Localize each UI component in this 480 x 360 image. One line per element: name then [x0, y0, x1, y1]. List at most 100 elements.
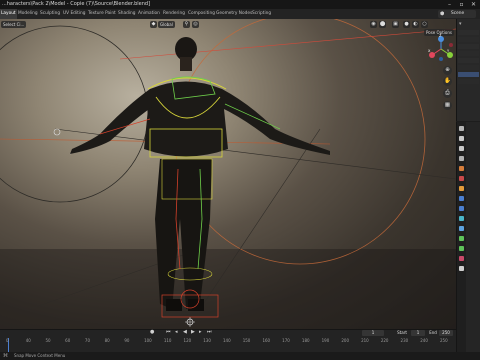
texture-icon[interactable] [459, 266, 464, 271]
mouse-icon: ⌘ [3, 353, 8, 359]
proportional-edit-icon[interactable]: ◎ [192, 21, 199, 28]
tab-sculpting[interactable]: Sculpting [40, 9, 60, 19]
jump-end-icon[interactable]: ⏭ [207, 329, 212, 336]
render-icon[interactable] [459, 136, 464, 141]
frame-tick-label: 100 [144, 338, 152, 343]
xray-icon[interactable]: ▣ [392, 21, 399, 28]
tab-rendering[interactable]: Rendering [163, 9, 185, 19]
snap-icon[interactable]: ⚲ [183, 21, 190, 28]
maximize-icon[interactable]: ▫ [458, 1, 465, 8]
visibility-icon[interactable]: ◉ [370, 21, 377, 28]
list-item[interactable] [458, 51, 479, 56]
play-icon[interactable]: ▶ [191, 329, 195, 336]
gizmo-y-label: Y [447, 49, 450, 53]
tab-texture-paint[interactable]: Texture Paint [88, 9, 116, 19]
shading-solid-icon[interactable]: ● [403, 21, 410, 28]
frame-tick-label: 80 [104, 338, 110, 343]
frame-tick-label: 200 [341, 338, 349, 343]
end-label: End [429, 330, 437, 335]
frame-tick-label: 70 [84, 338, 90, 343]
world-icon[interactable] [459, 176, 464, 181]
frame-tick-label: 160 [262, 338, 271, 343]
list-item[interactable] [458, 37, 479, 42]
bone-icon[interactable] [459, 246, 464, 251]
shading-material-icon[interactable]: ◐ [412, 21, 419, 28]
frame-tick-label: 210 [361, 338, 369, 343]
jump-start-icon[interactable]: ⏮ [166, 329, 171, 336]
tab-animation[interactable]: Animation [138, 9, 160, 19]
outliner-filter-icon[interactable]: ▾ [459, 21, 462, 27]
output-icon[interactable] [459, 146, 464, 151]
frame-tick-label: 240 [420, 338, 428, 343]
frame-tick-label: 140 [223, 338, 231, 343]
frame-tick-label: 130 [203, 338, 211, 343]
frame-tick-label: 230 [400, 338, 409, 343]
light-empty [53, 128, 61, 136]
list-item[interactable] [458, 79, 479, 84]
character-left-arm [70, 89, 152, 154]
gizmo-x-label: X [428, 49, 431, 53]
3d-viewport[interactable] [0, 19, 456, 329]
scene-name: Scene [451, 11, 465, 16]
prev-keyframe-icon[interactable]: ◂ [175, 329, 178, 336]
overlays-icon[interactable]: ⬤ [379, 21, 386, 28]
grid-icon[interactable]: ▦ [443, 101, 452, 110]
frame-tick-label: 50 [45, 338, 51, 343]
list-item[interactable] [458, 65, 479, 70]
end-frame-field[interactable]: 250 [439, 330, 453, 336]
floor-shadow [0, 249, 456, 329]
tab-scripting[interactable]: Scripting [252, 9, 271, 19]
particles-icon[interactable] [459, 206, 464, 211]
tab-layout[interactable]: Layout [0, 9, 17, 19]
frame-tick-label: 220 [380, 338, 389, 343]
frame-tick-label: 110 [163, 338, 172, 343]
list-item[interactable] [458, 44, 479, 49]
frame-tick-label: 90 [124, 338, 130, 343]
shading-rendered-icon[interactable]: ○ [421, 21, 428, 28]
list-item[interactable] [458, 30, 479, 35]
status-hint: Snap Move Context Menu [14, 353, 66, 358]
tool-icon[interactable] [459, 126, 464, 131]
gizmo-z-label: Z [439, 34, 442, 38]
record-icon[interactable]: ● [150, 329, 154, 336]
hand-icon[interactable]: ✋ [443, 77, 452, 86]
minimize-icon[interactable]: – [446, 1, 453, 8]
frame-tick-label: 250 [440, 338, 448, 343]
tab-compositing[interactable]: Compositing [188, 9, 215, 19]
object-icon[interactable] [459, 186, 464, 191]
tab-uv-editing[interactable]: UV Editing [63, 9, 85, 19]
window-title: ...haracters\Pack 2\Model - Copie (7)\So… [2, 1, 151, 7]
next-keyframe-icon[interactable]: ▸ [199, 329, 202, 336]
current-frame-field[interactable]: 1 [362, 330, 384, 336]
character-neck [180, 57, 192, 71]
select-mode-dropdown[interactable]: Select Ci... [1, 21, 27, 28]
frame-tick-label: 170 [282, 338, 290, 343]
physics-icon[interactable] [459, 216, 464, 221]
zoom-icon[interactable]: ⊕ [443, 66, 452, 75]
frame-tick-label: 40 [25, 338, 31, 343]
material-icon[interactable] [459, 256, 464, 261]
orientation-dropdown[interactable]: Global [158, 21, 175, 28]
scene-props-icon[interactable] [459, 166, 464, 171]
data-icon[interactable] [459, 236, 464, 241]
tab-shading[interactable]: Shading [118, 9, 135, 19]
list-item[interactable] [458, 58, 479, 63]
transform-pivot-icon[interactable]: ◆ [150, 21, 157, 28]
list-item-selected[interactable] [458, 72, 479, 77]
constraints-icon[interactable] [459, 226, 464, 231]
frame-tick-label: 60 [65, 338, 71, 343]
character-torso [144, 81, 228, 157]
camera-icon[interactable]: ⎙ [443, 89, 452, 98]
tab-geometry-nodes[interactable]: Geometry Nodes [216, 9, 252, 19]
navigation-gizmo[interactable] [428, 36, 454, 62]
view-layer-icon[interactable] [459, 156, 464, 161]
close-icon[interactable]: ✕ [470, 1, 477, 8]
modifier-icon[interactable] [459, 196, 464, 201]
start-frame-field[interactable]: 1 [411, 330, 425, 336]
character-left-shoe [166, 299, 182, 311]
tab-modeling[interactable]: Modeling [18, 9, 38, 19]
character-right-arm [220, 89, 330, 155]
play-reverse-icon[interactable]: ◀ [183, 329, 187, 336]
start-label: Start [397, 330, 407, 335]
frame-tick-label: 190 [321, 338, 330, 343]
